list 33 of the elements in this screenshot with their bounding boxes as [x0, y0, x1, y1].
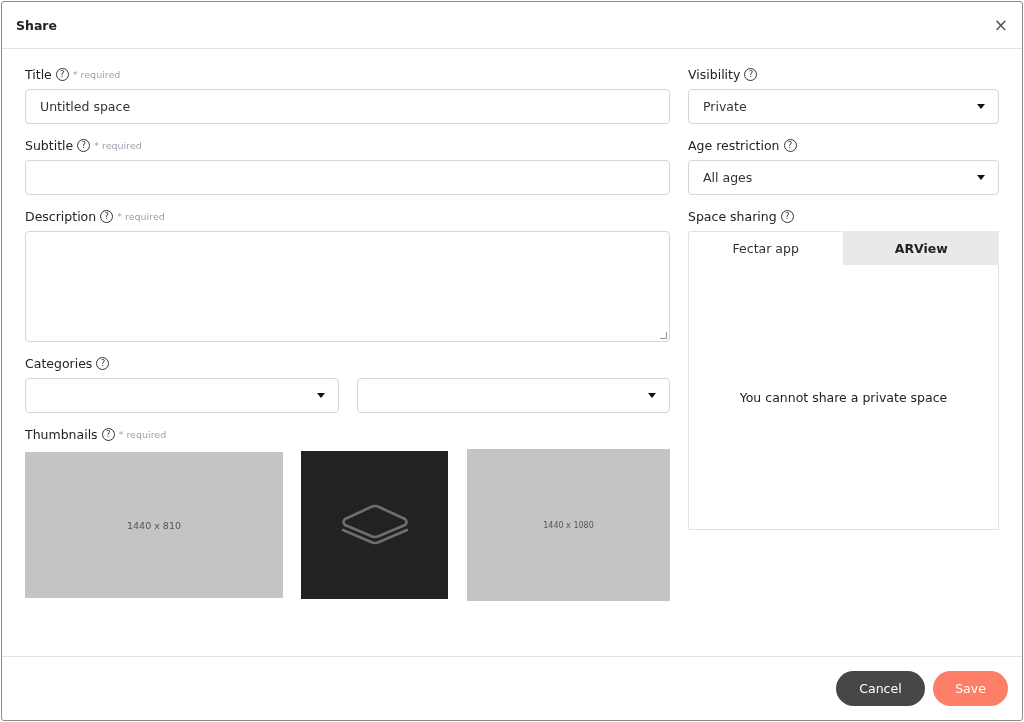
required-note: * required	[118, 428, 167, 440]
caret-icon	[977, 104, 985, 109]
text-field[interactable]: Untitled space	[25, 89, 670, 124]
cancel-button[interactable]: Cancel	[836, 671, 925, 706]
dropdown[interactable]	[25, 378, 339, 413]
thumbnail-placeholder[interactable]: 1440 x 1080	[467, 449, 670, 601]
dropdown[interactable]: Private	[688, 89, 999, 124]
tab[interactable]: ARView	[843, 231, 999, 265]
thumbnail-placeholder[interactable]: 1440 x 810	[25, 452, 283, 598]
required-note: * required	[117, 210, 165, 222]
field-label: Description	[25, 208, 97, 224]
field-label: Categories	[25, 355, 93, 371]
field-label: Title	[25, 66, 52, 82]
layers-icon	[339, 504, 410, 546]
dialog-title: Share	[16, 17, 57, 33]
caret-icon	[977, 175, 985, 180]
caret-icon	[648, 393, 656, 398]
field-label: Age restriction	[688, 137, 780, 153]
thumbnail[interactable]	[301, 451, 448, 599]
field-label: Visibility	[688, 66, 741, 82]
required-note: * required	[94, 139, 142, 151]
dropdown[interactable]: All ages	[688, 160, 999, 195]
text-area[interactable]	[25, 231, 670, 342]
field-label: Thumbnails	[25, 426, 98, 442]
dropdown[interactable]	[356, 378, 670, 413]
field-label: Space sharing	[688, 208, 777, 224]
close-button[interactable]: ×	[993, 16, 1008, 34]
field-label: Subtitle	[25, 137, 74, 153]
required-note: * required	[72, 68, 121, 80]
text-field[interactable]	[25, 160, 670, 195]
caret-icon	[316, 393, 325, 398]
info-message: You cannot share a private space	[739, 389, 948, 405]
tab[interactable]: Fectar app	[688, 231, 844, 265]
